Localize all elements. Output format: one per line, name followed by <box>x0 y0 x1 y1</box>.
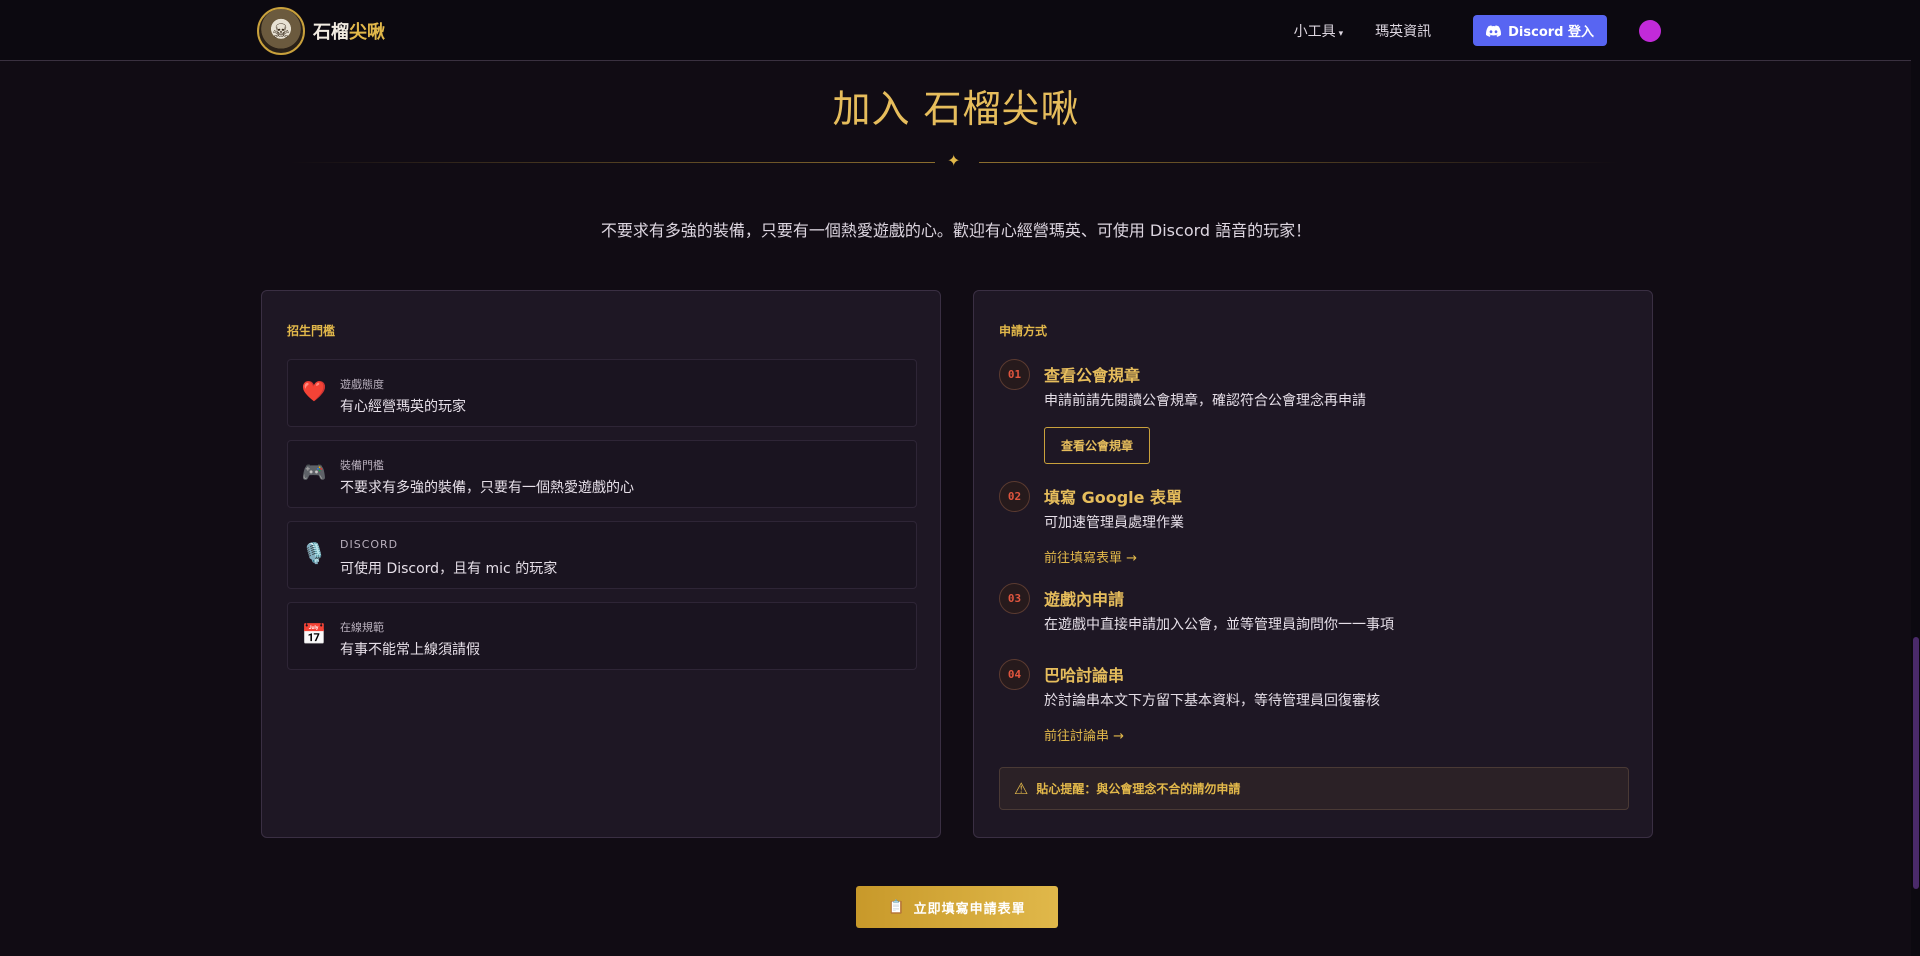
requirement-value: 有事不能常上線須請假 <box>340 642 480 658</box>
requirement-label: 遊戲態度 <box>340 378 384 391</box>
nav-maple-info-link[interactable]: 瑪英資訊 <box>1375 21 1431 41</box>
step-title: 填寫 Google 表單 <box>1044 488 1183 507</box>
requirements-card: 招生門檻 ❤️ 遊戲態度 有心經營瑪英的玩家 🎮 裝備門檻 不要求有多強的裝備，… <box>261 290 941 838</box>
title-divider-right <box>979 162 1619 163</box>
tip-banner: ⚠ 貼心提醒：與公會理念不合的請勿申請 <box>999 767 1629 810</box>
intro-text: 不要求有多強的裝備，只要有一個熱愛遊戲的心。歡迎有心經營瑪英、可使用 Disco… <box>600 221 1312 240</box>
nav-tools-label: 小工具 <box>1293 23 1336 40</box>
step-number: 02 <box>999 481 1030 512</box>
step-description: 在遊戲中直接申請加入公會，並等管理員詢問你一一事項 <box>1044 617 1394 633</box>
navbar: ☠ 石榴尖啾 小工具 ▾ 瑪英資訊 Discord 登入 <box>0 0 1920 61</box>
apply-methods-card: 申請方式 01 查看公會規章 申請前請先閱讀公會規章，確認符合公會理念再申請 查… <box>973 290 1653 838</box>
discord-icon <box>1486 24 1502 37</box>
requirement-label: DISCORD <box>340 538 399 551</box>
clipboard-icon: 📋 <box>888 899 906 915</box>
apply-form-button[interactable]: 📋 立即填寫申請表單 <box>856 886 1058 928</box>
warning-icon: ⚠ <box>1014 779 1029 798</box>
step-title: 查看公會規章 <box>1044 366 1141 385</box>
calendar-icon: 📅 <box>301 622 327 646</box>
requirement-label: 裝備門檻 <box>340 459 384 472</box>
heart-icon: ❤️ <box>301 379 327 403</box>
apply-form-label: 立即填寫申請表單 <box>913 901 1026 917</box>
scrollbar-thumb[interactable] <box>1913 637 1919 889</box>
logo-text-accent: 尖啾 <box>349 21 385 43</box>
requirements-heading: 招生門檻 <box>287 324 336 338</box>
apply-heading: 申請方式 <box>999 324 1048 338</box>
page-title: 加入 石榴尖啾 <box>832 87 1080 131</box>
requirement-item: ❤️ 遊戲態度 有心經營瑪英的玩家 <box>287 359 917 427</box>
requirement-value: 有心經營瑪英的玩家 <box>340 399 466 415</box>
tip-text: 貼心提醒：與公會理念不合的請勿申請 <box>1036 782 1241 796</box>
gamepad-icon: 🎮 <box>301 460 327 484</box>
scrollbar[interactable] <box>1911 0 1920 956</box>
chevron-down-icon: ▾ <box>1338 28 1344 39</box>
step-title: 巴哈討論串 <box>1044 666 1125 685</box>
step-description: 於討論串本文下方留下基本資料，等待管理員回復審核 <box>1044 693 1380 709</box>
requirement-label: 在線規範 <box>340 621 384 634</box>
title-divider-left <box>290 162 935 163</box>
logo-text-main: 石榴 <box>313 21 349 43</box>
view-rules-button[interactable]: 查看公會規章 <box>1044 427 1151 464</box>
avatar[interactable] <box>1639 19 1661 42</box>
nav-tools-dropdown[interactable]: 小工具 ▾ <box>1294 21 1344 41</box>
requirement-value: 不要求有多強的裝備，只要有一個熱愛遊戲的心 <box>340 480 634 496</box>
guild-emblem-icon: ☠ <box>257 6 305 55</box>
step-number: 04 <box>999 659 1030 690</box>
step-number: 01 <box>999 359 1030 390</box>
step-number: 03 <box>999 583 1030 614</box>
step-description: 可加速管理員處理作業 <box>1044 515 1184 531</box>
logo-text: 石榴尖啾 <box>313 18 385 44</box>
nav-right: 小工具 ▾ 瑪英資訊 Discord 登入 <box>1294 15 1661 46</box>
sparkle-icon: ✦ <box>947 151 961 170</box>
step-title: 遊戲內申請 <box>1044 590 1125 609</box>
forum-thread-link[interactable]: 前往討論串 → <box>1044 725 1124 744</box>
requirement-item: 🎙️ DISCORD 可使用 Discord，且有 mic 的玩家 <box>287 521 917 589</box>
microphone-icon: 🎙️ <box>301 541 327 565</box>
logo[interactable]: ☠ 石榴尖啾 <box>257 6 385 55</box>
navbar-inner: ☠ 石榴尖啾 小工具 ▾ 瑪英資訊 Discord 登入 <box>257 0 1661 61</box>
discord-login-button[interactable]: Discord 登入 <box>1473 15 1607 46</box>
google-form-link[interactable]: 前往填寫表單 → <box>1044 547 1137 566</box>
discord-login-label: Discord 登入 <box>1508 25 1594 40</box>
requirement-value: 可使用 Discord，且有 mic 的玩家 <box>340 561 558 577</box>
step-description: 申請前請先閱讀公會規章，確認符合公會理念再申請 <box>1044 393 1366 409</box>
requirement-item: 🎮 裝備門檻 不要求有多強的裝備，只要有一個熱愛遊戲的心 <box>287 440 917 508</box>
requirement-item: 📅 在線規範 有事不能常上線須請假 <box>287 602 917 670</box>
